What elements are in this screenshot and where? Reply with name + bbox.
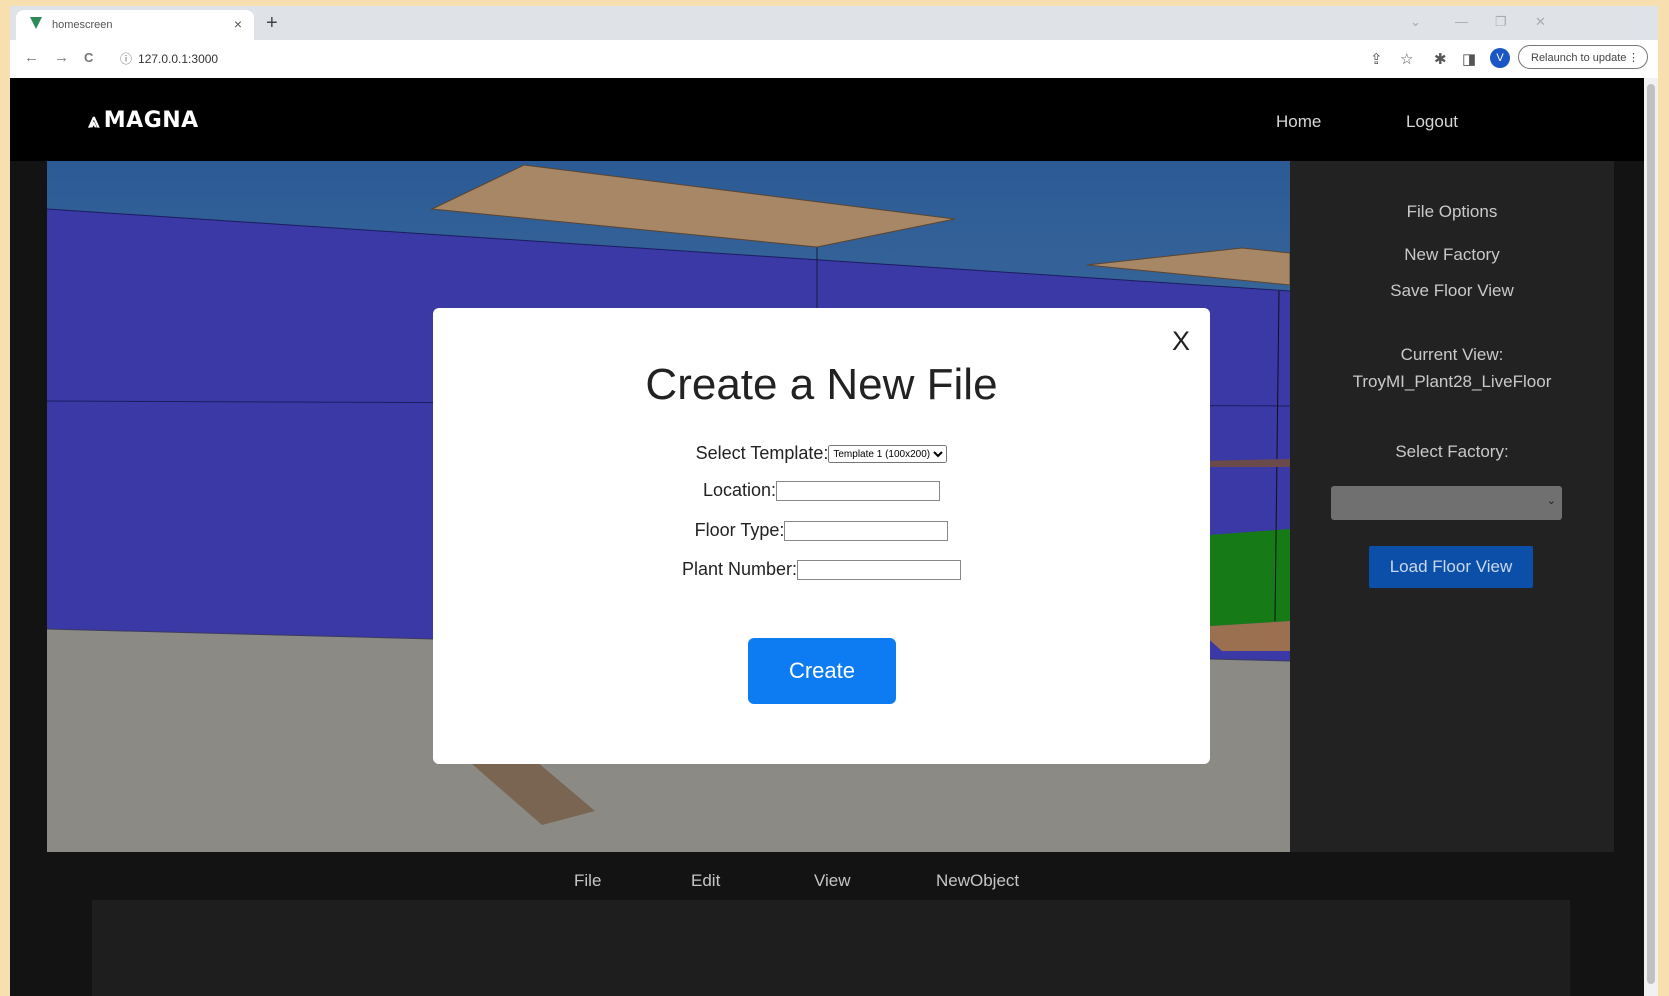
new-factory-link[interactable]: New Factory	[1290, 245, 1614, 265]
template-row: Select Template: Template 1 (100x200)	[433, 443, 1210, 464]
current-view-label: Current View:	[1400, 345, 1504, 364]
location-row: Location:	[433, 480, 1210, 502]
profile-avatar[interactable]: V	[1490, 48, 1510, 68]
tab-search-icon[interactable]: ⌄	[1410, 14, 1421, 30]
current-view-value: TroyMI_Plant28_LiveFloor	[1352, 372, 1552, 391]
app-navbar: ⩓ MAGNA Home Logout	[10, 78, 1644, 161]
browser-toolbar: ← → C ⓘ 127.0.0.1:3000 ⇪ ☆ ✱ ◨ V Relaunch…	[10, 40, 1658, 78]
floor-type-label: Floor Type:	[694, 520, 785, 540]
sidebar: File Options New Factory Save Floor View…	[1290, 161, 1614, 852]
share-icon[interactable]: ⇪	[1370, 50, 1383, 68]
modal-title: Create a New File	[645, 360, 998, 409]
create-button[interactable]: Create	[748, 638, 896, 704]
menu-view[interactable]: View	[814, 871, 851, 891]
scrollbar-thumb[interactable]	[1647, 84, 1655, 984]
save-floor-view-link[interactable]: Save Floor View	[1290, 281, 1614, 301]
factory-select[interactable]: ⌄	[1331, 486, 1562, 520]
tab-close-icon[interactable]: ×	[234, 16, 242, 32]
new-tab-button[interactable]: +	[266, 12, 278, 35]
vue-favicon-icon	[30, 17, 42, 29]
tab-strip: homescreen × + ⌄ — ❐ ✕	[10, 6, 1658, 40]
floor-type-row: Floor Type:	[433, 520, 1210, 542]
relaunch-label: Relaunch to update	[1531, 52, 1627, 64]
tab-title: homescreen	[52, 19, 113, 31]
relaunch-button[interactable]: Relaunch to update ⋮	[1518, 45, 1648, 69]
nav-home-link[interactable]: Home	[1276, 112, 1321, 132]
template-select[interactable]: Template 1 (100x200)	[828, 445, 948, 464]
forward-button[interactable]: →	[54, 49, 69, 66]
browser-tab[interactable]: homescreen ×	[16, 10, 254, 40]
location-label: Location:	[702, 480, 777, 500]
page-scrollbar[interactable]	[1644, 78, 1658, 996]
site-info-icon[interactable]: ⓘ	[120, 52, 132, 66]
magna-logo: ⩓ MAGNA	[88, 108, 199, 133]
menu-edit[interactable]: Edit	[691, 871, 720, 891]
menu-new-object[interactable]: NewObject	[936, 871, 1019, 891]
brand-name: MAGNA	[103, 108, 199, 133]
minimize-icon[interactable]: —	[1455, 14, 1468, 29]
url-text: 127.0.0.1:3000	[138, 52, 219, 66]
bottom-panel	[92, 900, 1570, 996]
menu-dots-icon: ⋮	[1628, 52, 1639, 64]
extensions-icon[interactable]: ✱	[1434, 50, 1447, 68]
create-file-modal: X Create a New File Select Template: Temp…	[433, 308, 1210, 764]
maximize-icon[interactable]: ❐	[1495, 14, 1507, 30]
template-label: Select Template:	[695, 443, 829, 463]
back-button[interactable]: ←	[24, 49, 39, 66]
plant-number-label: Plant Number:	[681, 559, 798, 579]
side-panel-icon[interactable]: ◨	[1462, 50, 1476, 68]
load-floor-view-button[interactable]: Load Floor View	[1369, 546, 1533, 588]
reload-button[interactable]: C	[84, 50, 93, 65]
address-bar[interactable]: ⓘ 127.0.0.1:3000	[120, 50, 218, 67]
bookmark-star-icon[interactable]: ☆	[1400, 50, 1413, 68]
select-factory-label: Select Factory:	[1395, 442, 1509, 461]
file-options-heading: File Options	[1406, 202, 1498, 221]
plant-number-row: Plant Number:	[433, 559, 1210, 581]
floor-type-input[interactable]	[784, 521, 949, 542]
plant-number-input[interactable]	[797, 560, 962, 581]
menu-file[interactable]: File	[574, 871, 601, 891]
chevron-down-icon: ⌄	[1546, 495, 1556, 507]
location-input[interactable]	[776, 481, 941, 502]
modal-close-button[interactable]: X	[1172, 326, 1190, 357]
magna-logo-icon: ⩓	[88, 108, 100, 132]
window-close-icon[interactable]: ✕	[1535, 14, 1546, 30]
nav-logout-link[interactable]: Logout	[1406, 112, 1458, 132]
